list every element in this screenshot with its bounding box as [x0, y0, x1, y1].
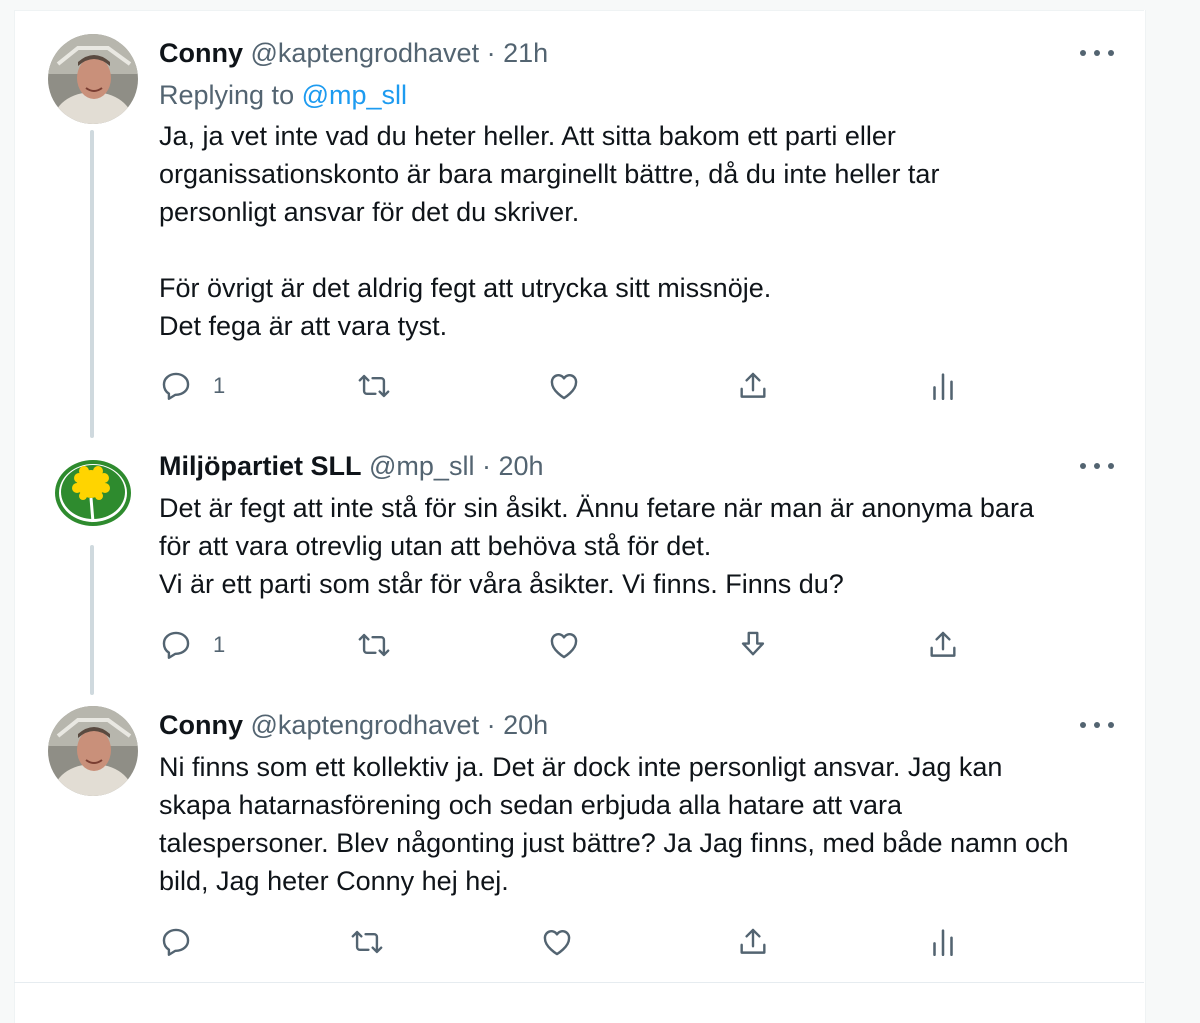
avatar-photo-icon: [48, 706, 138, 796]
display-name[interactable]: Conny: [159, 710, 243, 740]
share-button[interactable]: [736, 922, 770, 962]
more-options-button[interactable]: [1080, 719, 1114, 731]
avatar[interactable]: [48, 706, 138, 796]
like-icon: [543, 930, 571, 956]
tweet-header: Conny @kaptengrodhavet · 20h: [159, 709, 548, 741]
more-dot-icon: [1094, 722, 1100, 728]
divider: [14, 982, 1144, 983]
tweet[interactable]: Conny @kaptengrodhavet · 20h Ni finns so…: [14, 0, 1144, 980]
share-icon: [740, 928, 766, 954]
reply-icon: [162, 928, 190, 956]
analytics-icon: [933, 929, 953, 957]
retweet-button[interactable]: [350, 922, 384, 962]
analytics-button[interactable]: [926, 922, 960, 962]
more-dot-icon: [1080, 722, 1086, 728]
tweet-actions: [14, 922, 1144, 962]
username-handle[interactable]: @kaptengrodhavet: [251, 710, 480, 740]
separator-dot: ·: [486, 710, 496, 740]
tweet-text: Ni finns som ett kollektiv ja. Det är do…: [159, 752, 1069, 896]
like-button[interactable]: [540, 922, 574, 962]
more-dot-icon: [1108, 722, 1114, 728]
retweet-icon: [351, 930, 383, 954]
timestamp[interactable]: 20h: [503, 710, 548, 740]
reply-button[interactable]: [159, 922, 193, 962]
